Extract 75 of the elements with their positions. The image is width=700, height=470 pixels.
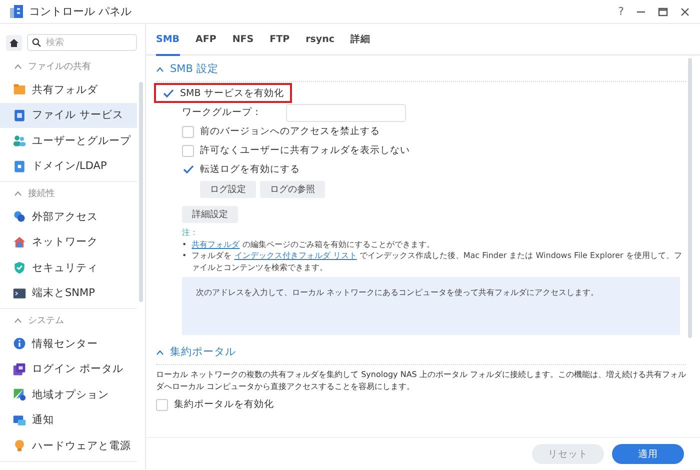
category-icon bbox=[13, 108, 26, 122]
link[interactable]: 共有フォルダ bbox=[192, 240, 240, 248]
category-icon bbox=[13, 286, 26, 300]
link[interactable]: インデックス付きフォルダ リスト bbox=[234, 251, 357, 260]
chevron-up-icon[interactable] bbox=[14, 191, 22, 196]
workgroup-field[interactable] bbox=[286, 104, 406, 122]
scrollbar[interactable] bbox=[139, 82, 143, 302]
category-icon bbox=[13, 236, 26, 249]
bullet: • bbox=[182, 238, 187, 250]
tab[interactable]: NFS bbox=[232, 24, 254, 56]
checkbox-label: SMB サービスを有効化 bbox=[180, 86, 284, 100]
checkbox[interactable] bbox=[182, 164, 194, 176]
log-button[interactable]: ログの参照 bbox=[260, 181, 325, 198]
sidebar-item[interactable]: ネットワーク bbox=[0, 230, 137, 255]
checkbox-label: 前のバージョンへのアクセスを禁止する bbox=[200, 125, 380, 138]
category-icon bbox=[13, 388, 26, 402]
tab[interactable]: rsync bbox=[306, 24, 335, 56]
category-icon bbox=[13, 414, 26, 427]
bullet: • bbox=[182, 250, 187, 262]
sidebar-item[interactable]: 共有フォルダ bbox=[0, 77, 137, 102]
section-title: 集約ポータル bbox=[170, 345, 236, 359]
category-icon bbox=[13, 83, 26, 96]
sidebar-item[interactable]: セキュリティ bbox=[0, 255, 137, 280]
note-item: フォルダを インデックス付きフォルダ リスト でインデックス作成した後、Mac Finder または Windows File Explorer を使用して、ファイルとコンテンツを検索できます。 bbox=[192, 250, 683, 273]
sidebar-item[interactable]: 情報センター bbox=[0, 331, 137, 356]
category-icon bbox=[13, 337, 26, 350]
sidebar-item[interactable]: 外部アクセス bbox=[0, 204, 137, 230]
sidebar-item[interactable]: 通知 bbox=[0, 408, 137, 433]
apply-button[interactable]: 適用 bbox=[612, 444, 684, 464]
chevron-up-icon[interactable] bbox=[14, 64, 22, 69]
tab[interactable]: SMB bbox=[156, 24, 180, 56]
close-icon[interactable] bbox=[680, 6, 690, 16]
sidebar-item[interactable]: ファイル サービス bbox=[0, 102, 137, 128]
note-title: 注： bbox=[182, 227, 199, 238]
category-icon bbox=[13, 160, 26, 173]
advanced-settings-button[interactable]: 詳細設定 bbox=[182, 206, 238, 223]
description: ローカル ネットワークの複数の共有フォルダを集約して Synology NAS 上のポータル フォルダに接続します。この機能は、増え続ける共有フォルダへローカル コンピュータから直接アクセスすることを容易にします。 bbox=[156, 369, 686, 393]
chevron-up-icon[interactable] bbox=[156, 66, 164, 72]
sidebar-item[interactable]: 地域オプション bbox=[0, 382, 137, 408]
sidebar-item[interactable]: ユーザーとグループ bbox=[0, 128, 137, 154]
tab[interactable]: FTP bbox=[270, 24, 290, 56]
section-header: ファイルの共有 bbox=[28, 60, 91, 73]
sidebar-item[interactable]: ハードウェアと電源 bbox=[0, 433, 137, 458]
section-header: システム bbox=[28, 315, 64, 327]
category-icon bbox=[13, 134, 26, 148]
category-icon bbox=[13, 261, 26, 274]
note-item: 共有フォルダ の編集ページのごみ箱を有効にすることができます。 bbox=[192, 238, 436, 250]
window-title: コントロール パネル bbox=[29, 4, 132, 19]
category-icon bbox=[13, 210, 26, 224]
checkbox[interactable] bbox=[162, 87, 174, 99]
section-header: 接続性 bbox=[28, 188, 55, 200]
section-title: SMB 設定 bbox=[170, 62, 218, 76]
search-field[interactable]: 検索 bbox=[27, 34, 137, 51]
tab[interactable]: 詳細 bbox=[350, 24, 371, 56]
tab[interactable]: AFP bbox=[196, 24, 216, 56]
sidebar-item[interactable]: ログイン ポータル bbox=[0, 356, 137, 382]
sidebar-item[interactable]: 端末とSNMP bbox=[0, 280, 137, 306]
checkbox-label: 許可なくユーザーに共有フォルダを表示しない bbox=[200, 144, 410, 157]
category-icon bbox=[13, 439, 26, 452]
chevron-up-icon[interactable] bbox=[14, 318, 22, 323]
category-icon bbox=[13, 362, 26, 376]
maximize-icon[interactable] bbox=[658, 6, 668, 16]
log-button[interactable]: ログ設定 bbox=[200, 181, 256, 198]
home-button[interactable] bbox=[6, 34, 22, 50]
chevron-up-icon[interactable] bbox=[156, 350, 164, 354]
sidebar-item[interactable]: ドメイン/LDAP bbox=[0, 154, 137, 179]
checkbox-label: 転送ログを有効にする bbox=[200, 163, 300, 176]
checkbox-label: 集約ポータルを有効化 bbox=[174, 398, 274, 411]
app-icon bbox=[10, 5, 23, 18]
scrollbar[interactable] bbox=[688, 58, 692, 338]
field-label: ワークグループ： bbox=[182, 106, 262, 119]
info-box: 次のアドレスを入力して、ローカル ネットワークにあるコンピュータを使って共有フォルダにアクセスします。 bbox=[182, 277, 680, 335]
home-icon[interactable] bbox=[9, 38, 19, 48]
search-icon bbox=[32, 38, 41, 47]
help-button[interactable]: ? bbox=[618, 5, 624, 18]
